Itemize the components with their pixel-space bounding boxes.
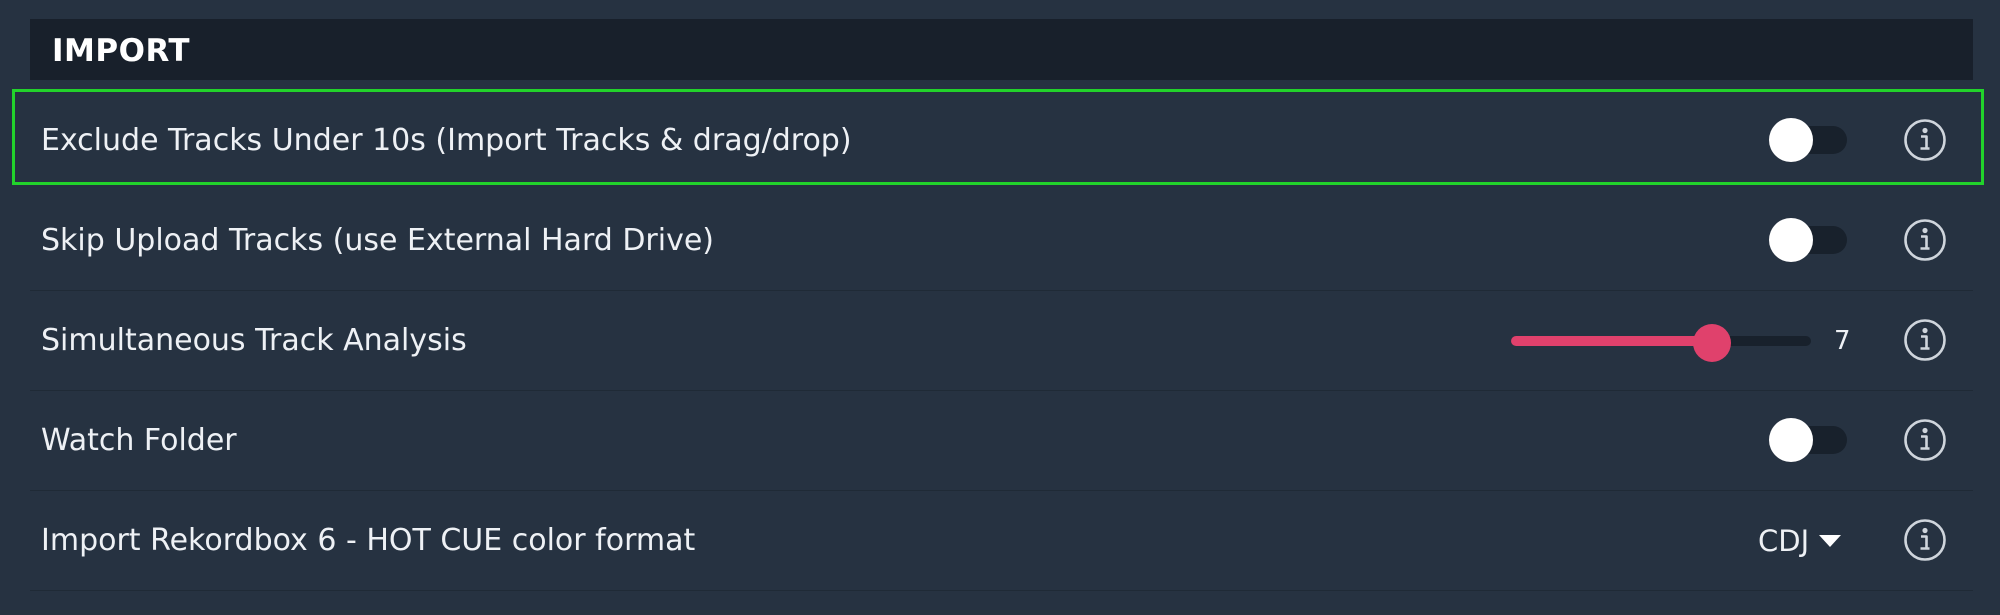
simultaneous-analysis-slider[interactable] (1511, 324, 1841, 362)
slider-track (1511, 324, 1811, 362)
exclude-short-tracks-toggle[interactable] (1769, 118, 1849, 162)
slider-value: 7 (1834, 326, 1851, 356)
info-icon[interactable] (1903, 318, 1947, 362)
skip-upload-tracks-toggle[interactable] (1769, 218, 1849, 262)
slider-thumb[interactable] (1693, 324, 1731, 362)
row-divider (30, 590, 1973, 591)
setting-label: Import Rekordbox 6 - HOT CUE color forma… (41, 523, 696, 558)
hot-cue-color-format-dropdown[interactable]: CDJ (1758, 518, 1842, 564)
setting-row-simultaneous-analysis: Simultaneous Track Analysis 7 (30, 291, 1973, 391)
dropdown-selected-value: CDJ (1758, 524, 1810, 558)
info-icon[interactable] (1903, 218, 1947, 262)
setting-label: Skip Upload Tracks (use External Hard Dr… (41, 223, 715, 258)
import-section-header: IMPORT (30, 19, 1973, 80)
setting-row-watch-folder: Watch Folder (30, 391, 1973, 491)
toggle-knob (1769, 218, 1813, 262)
toggle-knob (1769, 118, 1813, 162)
setting-label: Exclude Tracks Under 10s (Import Tracks … (41, 123, 852, 158)
setting-row-skip-upload-tracks: Skip Upload Tracks (use External Hard Dr… (30, 191, 1973, 291)
info-icon[interactable] (1903, 418, 1947, 462)
chevron-down-icon (1819, 535, 1842, 547)
setting-label: Simultaneous Track Analysis (41, 323, 467, 358)
info-icon[interactable] (1903, 518, 1947, 562)
info-icon[interactable] (1903, 118, 1947, 162)
setting-label: Watch Folder (41, 423, 237, 458)
toggle-knob (1769, 418, 1813, 462)
slider-fill (1511, 336, 1712, 346)
setting-row-exclude-short-tracks: Exclude Tracks Under 10s (Import Tracks … (30, 91, 1973, 191)
watch-folder-toggle[interactable] (1769, 418, 1849, 462)
section-title: IMPORT (52, 33, 191, 69)
setting-row-rekordbox-hot-cue-format: Import Rekordbox 6 - HOT CUE color forma… (30, 491, 1973, 591)
